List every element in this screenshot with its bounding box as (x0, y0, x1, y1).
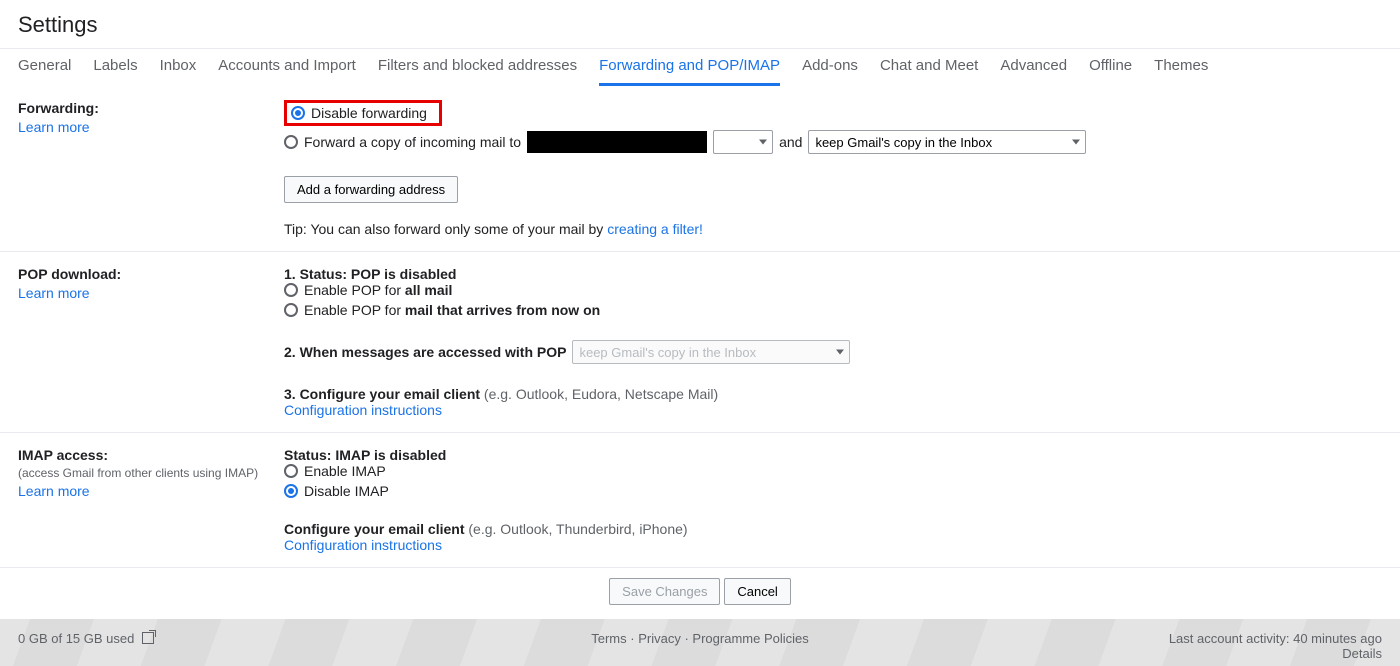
imap-status-prefix: Status: (284, 447, 335, 463)
tab-general[interactable]: General (18, 57, 71, 86)
last-activity-text: Last account activity: 40 minutes ago (1169, 631, 1382, 646)
radio-disable-forwarding[interactable] (291, 106, 305, 120)
pop-q3-bold: 3. Configure your email client (284, 386, 480, 402)
radio-forward-copy[interactable] (284, 135, 298, 149)
section-imap: IMAP access: (access Gmail from other cl… (0, 433, 1400, 568)
imap-enable-label: Enable IMAP (304, 463, 386, 479)
imap-status-value: IMAP is disabled (335, 447, 446, 463)
forwarding-heading: Forwarding: (18, 100, 284, 116)
actions-row: Save Changes Cancel (0, 568, 1400, 619)
disable-forwarding-label: Disable forwarding (311, 105, 427, 121)
radio-imap-disable[interactable] (284, 484, 298, 498)
pop-heading: POP download: (18, 266, 284, 282)
imap-subtext: (access Gmail from other clients using I… (18, 466, 284, 480)
tab-filters[interactable]: Filters and blocked addresses (378, 57, 577, 86)
pop-config-instructions-link[interactable]: Configuration instructions (284, 402, 442, 418)
radio-pop-enable-new[interactable] (284, 303, 298, 317)
imap-config-bold: Configure your email client (284, 521, 464, 537)
section-forwarding: Forwarding: Learn more Disable forwardin… (0, 86, 1400, 252)
external-link-icon[interactable] (142, 632, 154, 644)
pop-status-value: POP is disabled (351, 266, 457, 282)
tab-themes[interactable]: Themes (1154, 57, 1208, 86)
footer: 0 GB of 15 GB used Terms · Privacy · Pro… (0, 619, 1400, 665)
tab-accounts-import[interactable]: Accounts and Import (218, 57, 356, 86)
create-filter-link[interactable]: creating a filter! (607, 221, 703, 237)
disable-forwarding-highlight: Disable forwarding (284, 100, 442, 126)
policies-link[interactable]: Programme Policies (692, 631, 808, 646)
radio-pop-enable-all[interactable] (284, 283, 298, 297)
settings-tabs: General Labels Inbox Accounts and Import… (0, 48, 1400, 86)
forwarding-learn-more-link[interactable]: Learn more (18, 119, 90, 135)
forward-address-select[interactable] (713, 130, 773, 154)
forward-address-redacted (527, 131, 707, 153)
tab-addons[interactable]: Add-ons (802, 57, 858, 86)
imap-heading: IMAP access: (18, 447, 284, 463)
add-forwarding-address-button[interactable]: Add a forwarding address (284, 176, 458, 203)
save-changes-button: Save Changes (609, 578, 720, 605)
pop-access-select: keep Gmail's copy in the Inbox (572, 340, 850, 364)
tab-forwarding-pop-imap[interactable]: Forwarding and POP/IMAP (599, 57, 780, 86)
pop-enable-new-bold: mail that arrives from now on (405, 302, 600, 318)
privacy-link[interactable]: Privacy (638, 631, 681, 646)
tab-advanced[interactable]: Advanced (1000, 57, 1067, 86)
storage-usage: 0 GB of 15 GB used (18, 631, 134, 646)
forwarding-tip-text: Tip: You can also forward only some of y… (284, 221, 607, 237)
imap-config-instructions-link[interactable]: Configuration instructions (284, 537, 442, 553)
tab-offline[interactable]: Offline (1089, 57, 1132, 86)
forward-keep-copy-select[interactable]: keep Gmail's copy in the Inbox (808, 130, 1086, 154)
tab-chat-meet[interactable]: Chat and Meet (880, 57, 978, 86)
imap-config-rest: (e.g. Outlook, Thunderbird, iPhone) (464, 521, 687, 537)
cancel-button[interactable]: Cancel (724, 578, 790, 605)
forward-copy-label: Forward a copy of incoming mail to (304, 134, 521, 150)
pop-status-prefix: 1. Status: (284, 266, 351, 282)
pop-enable-all-prefix: Enable POP for (304, 282, 405, 298)
terms-link[interactable]: Terms (591, 631, 626, 646)
pop-q2-label: 2. When messages are accessed with POP (284, 344, 566, 360)
imap-learn-more-link[interactable]: Learn more (18, 483, 90, 499)
tab-inbox[interactable]: Inbox (160, 57, 197, 86)
pop-enable-new-prefix: Enable POP for (304, 302, 405, 318)
details-link[interactable]: Details (1342, 646, 1382, 661)
imap-disable-label: Disable IMAP (304, 483, 389, 499)
page-title: Settings (0, 0, 1400, 48)
and-text: and (779, 134, 802, 150)
pop-enable-all-bold: all mail (405, 282, 452, 298)
radio-imap-enable[interactable] (284, 464, 298, 478)
pop-learn-more-link[interactable]: Learn more (18, 285, 90, 301)
tab-labels[interactable]: Labels (93, 57, 137, 86)
pop-q3-rest: (e.g. Outlook, Eudora, Netscape Mail) (480, 386, 718, 402)
section-pop: POP download: Learn more 1. Status: POP … (0, 252, 1400, 433)
